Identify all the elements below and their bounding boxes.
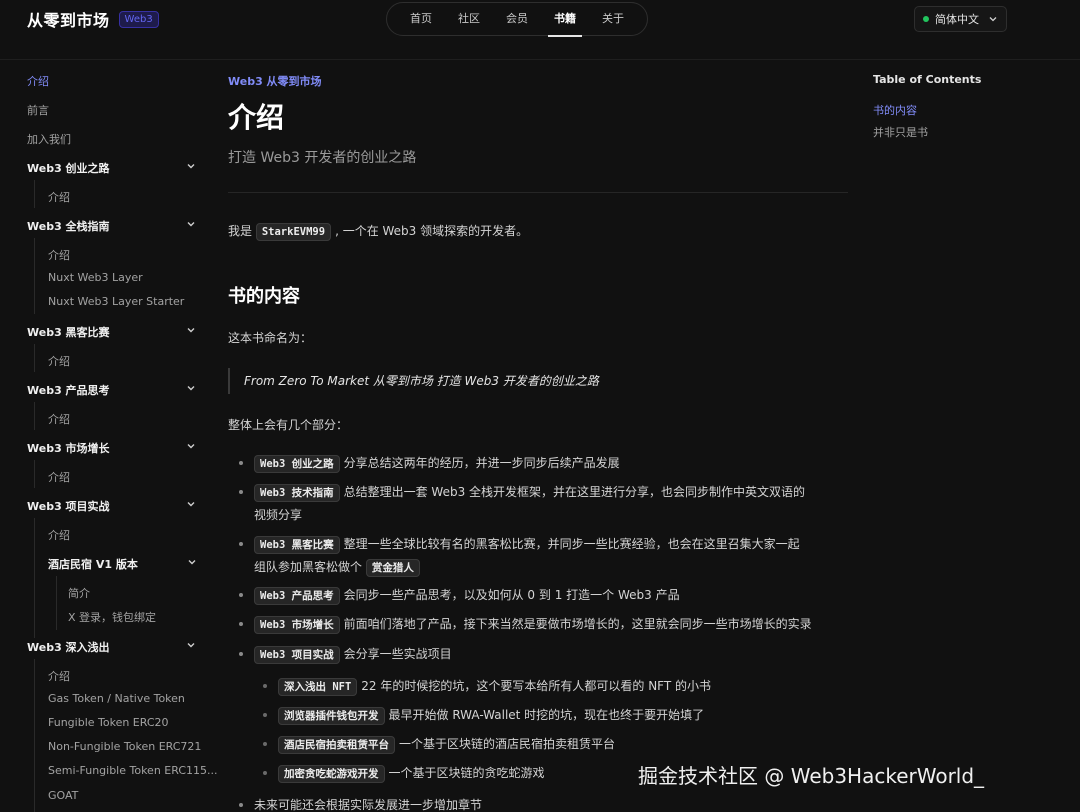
sidebar-item-startup-intro[interactable]: 介绍 xyxy=(48,189,70,205)
section-rail xyxy=(34,402,35,430)
bullet-icon xyxy=(239,622,243,626)
sidebar-item-erc20[interactable]: Fungible Token ERC20 xyxy=(48,716,169,729)
chevron-down-icon xyxy=(187,328,195,333)
chevron-down-icon xyxy=(187,164,195,169)
section-rail xyxy=(34,659,35,812)
section-rail xyxy=(34,344,35,372)
book-title-quote: From Zero To Market 从零到市场 打造 Web3 开发者的创业… xyxy=(228,368,599,394)
book-name-label: 这本书命名为： xyxy=(228,331,313,345)
sidebar-nav: 介绍 前言 加入我们 Web3 创业之路 介绍 Web3 全栈指南 介绍 Nux… xyxy=(0,60,218,812)
sidebar-section-deep-dive[interactable]: Web3 深入浅出 xyxy=(27,639,197,655)
bullet-icon xyxy=(239,652,243,656)
section-rail xyxy=(34,180,35,208)
intro-paragraph: 我是 StarkEVM99, 一个在 Web3 领域探索的开发者。 xyxy=(228,222,528,241)
list-item: Web3 黑客比赛 整理一些全球比较有名的黑客松比赛，并同步一些比赛经验，也会在这… xyxy=(239,533,854,579)
list-item: Web3 创业之路 分享总结这两年的经历，并进一步同步后续产品发展 xyxy=(239,452,854,475)
sidebar-item-erc1155[interactable]: Semi-Fungible Token ERC115... xyxy=(48,764,218,777)
chevron-down-icon xyxy=(187,502,195,507)
sidebar-item-growth-intro[interactable]: 介绍 xyxy=(48,469,70,485)
brand-badge: Web3 xyxy=(118,10,159,28)
language-label: 简体中文 xyxy=(935,13,979,26)
chevron-down-icon xyxy=(187,444,195,449)
sidebar-item-erc721[interactable]: Non-Fungible Token ERC721 xyxy=(48,740,201,753)
bullet-icon xyxy=(239,490,243,494)
sidebar-item-deep-dive-intro[interactable]: 介绍 xyxy=(48,668,70,684)
page-subtitle: 打造 Web3 开发者的创业之路 xyxy=(228,150,417,166)
sidebar-item-gas-token[interactable]: Gas Token / Native Token xyxy=(48,692,185,705)
subsection-rail xyxy=(56,576,57,630)
toc-title: Table of Contents xyxy=(873,73,982,86)
page-title: 介绍 xyxy=(228,101,285,134)
section-rail xyxy=(34,518,35,638)
sidebar-item-nuxt-web3-layer[interactable]: Nuxt Web3 Layer xyxy=(48,271,143,284)
main-content: Web3 从零到市场 介绍 打造 Web3 开发者的创业之路 我是 StarkE… xyxy=(228,0,848,812)
sidebar-section-startup[interactable]: Web3 创业之路 xyxy=(27,160,197,176)
language-selector[interactable]: 简体中文 xyxy=(914,6,1007,32)
sidebar-item-hotel-x-login[interactable]: X 登录，钱包绑定 xyxy=(68,609,156,625)
list-item: Web3 技术指南 总结整理出一套 Web3 全栈开发框架，并在这里进行分享，也会… xyxy=(239,481,854,526)
sidebar-section-product[interactable]: Web3 产品思考 xyxy=(27,382,197,398)
sublist-item: 酒店民宿拍卖租赁平台 一个基于区块链的酒店民宿拍卖租赁平台 xyxy=(263,733,838,756)
sidebar-item-nuxt-web3-layer-starter[interactable]: Nuxt Web3 Layer Starter xyxy=(48,295,184,308)
list-item: Web3 项目实战 会分享一些实战项目 xyxy=(239,643,854,666)
divider xyxy=(228,192,848,193)
sidebar-item-projects-intro[interactable]: 介绍 xyxy=(48,527,70,543)
sidebar-section-projects[interactable]: Web3 项目实战 xyxy=(27,498,197,514)
sidebar-item-join-us[interactable]: 加入我们 xyxy=(27,131,71,147)
sidebar-item-goat[interactable]: GOAT xyxy=(48,789,78,802)
section-rail xyxy=(34,238,35,314)
brand-title[interactable]: 从零到市场 xyxy=(27,7,110,31)
chevron-down-icon xyxy=(187,386,195,391)
section-heading-book-content: 书的内容 xyxy=(228,286,300,307)
chevron-down-icon xyxy=(187,643,195,648)
sublist-item: 深入浅出 NFT 22 年的时候挖的坑，这个要写本给所有人都可以看的 NFT 的小… xyxy=(263,675,838,698)
chevron-down-icon xyxy=(989,17,997,22)
sidebar-item-preface[interactable]: 前言 xyxy=(27,102,49,118)
bullet-icon xyxy=(263,713,267,717)
bullet-icon xyxy=(239,542,243,546)
sidebar-item-hotel-summary[interactable]: 简介 xyxy=(68,585,90,601)
section-rail xyxy=(34,460,35,488)
watermark: 掘金技术社区 @ Web3HackerWorld_ xyxy=(638,764,985,788)
sidebar-section-hackathon[interactable]: Web3 黑客比赛 xyxy=(27,324,197,340)
sublist-item: 浏览器插件钱包开发 最早开始做 RWA-Wallet 时挖的坑，现在也终于要开始填… xyxy=(263,704,838,727)
bullet-icon xyxy=(263,684,267,688)
sidebar-section-growth[interactable]: Web3 市场增长 xyxy=(27,440,197,456)
sidebar-item-hackathon-intro[interactable]: 介绍 xyxy=(48,353,70,369)
breadcrumb: Web3 从零到市场 xyxy=(228,75,322,88)
bullet-icon xyxy=(263,742,267,746)
bullet-icon xyxy=(239,461,243,465)
toc-item-not-just-book[interactable]: 并非只是书 xyxy=(873,124,928,140)
list-item: Web3 市场增长 前面咱们落地了产品，接下来当然是要做市场增长的，这里就会同步一… xyxy=(239,613,874,636)
sidebar-item-intro[interactable]: 介绍 xyxy=(27,73,49,89)
brand[interactable]: 从零到市场 Web3 xyxy=(27,8,159,30)
author-handle-code: StarkEVM99 xyxy=(255,223,332,241)
toc-item-book-content[interactable]: 书的内容 xyxy=(873,102,917,118)
bullet-icon xyxy=(239,593,243,597)
chevron-down-icon xyxy=(188,560,196,565)
status-dot-icon xyxy=(923,16,929,22)
list-item: Web3 产品思考 会同步一些产品思考，以及如何从 0 到 1 打造一个 Web3… xyxy=(239,584,854,607)
chevron-down-icon xyxy=(187,222,195,227)
bullet-icon xyxy=(263,771,267,775)
list-item: 未来可能还会根据实际发展进一步增加章节 xyxy=(239,794,814,812)
parts-label: 整体上会有几个部分： xyxy=(228,418,349,432)
bounty-hunter-code: 赏金猎人 xyxy=(365,559,420,577)
sidebar-item-product-intro[interactable]: 介绍 xyxy=(48,411,70,427)
bullet-icon xyxy=(239,803,243,807)
sidebar-subsection-hotel-v1[interactable]: 酒店民宿 V1 版本 xyxy=(48,556,198,572)
sidebar-section-fullstack[interactable]: Web3 全栈指南 xyxy=(27,218,197,234)
sidebar-item-fullstack-intro[interactable]: 介绍 xyxy=(48,247,70,263)
